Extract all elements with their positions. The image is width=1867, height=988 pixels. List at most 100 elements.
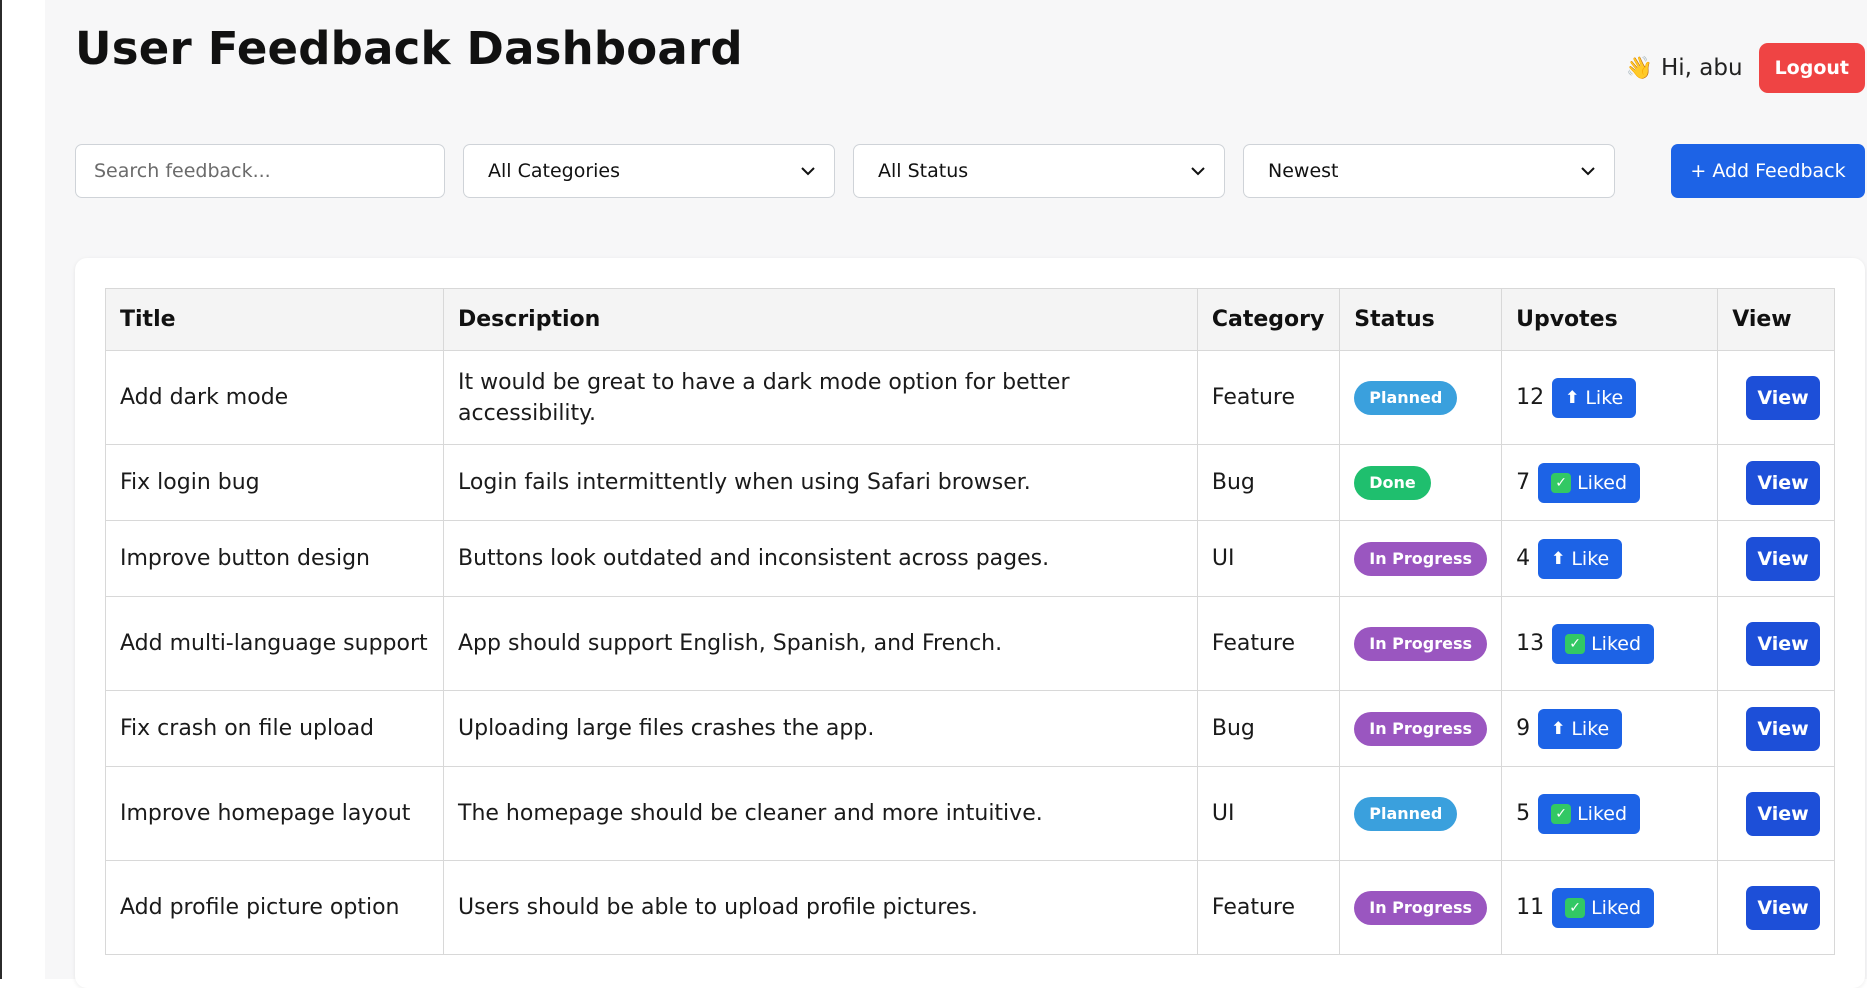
status-cell: Planned [1339, 350, 1503, 445]
status-badge: In Progress [1354, 541, 1488, 576]
upvotes-cell: 4 ⬆ Like [1501, 520, 1719, 597]
column-header-category: Category [1196, 288, 1341, 351]
like-button[interactable]: ⬆ Like [1538, 708, 1623, 749]
upvotes-cell: 9 ⬆ Like [1501, 690, 1719, 767]
feedback-description: It would be great to have a dark mode op… [443, 350, 1198, 445]
user-greeting: 👋 Hi, abu [1626, 55, 1743, 81]
column-header-title: Title [105, 288, 444, 351]
sort-select-value: Newest [1268, 160, 1339, 182]
like-button[interactable]: ⬆ Like [1538, 538, 1623, 579]
like-label: Like [1571, 547, 1610, 570]
feedback-category: UI [1196, 520, 1341, 597]
checkmark-icon: ✓ [1551, 472, 1572, 493]
page-title: User Feedback Dashboard [75, 22, 743, 75]
sort-select[interactable]: Newest [1243, 144, 1615, 198]
like-label: Like [1571, 717, 1610, 740]
upvote-count: 7 [1516, 470, 1531, 495]
checkmark-icon: ✓ [1565, 897, 1586, 918]
view-cell: View [1717, 690, 1835, 767]
status-cell: In Progress [1339, 860, 1503, 955]
feedback-card: Title Description Category Status Upvote… [75, 258, 1865, 988]
liked-button[interactable]: ✓ Liked [1552, 887, 1655, 928]
like-label: Liked [1577, 471, 1628, 494]
feedback-category: Feature [1196, 350, 1341, 445]
view-button[interactable]: View [1746, 791, 1820, 836]
upvotes-cell: 7 ✓ Liked [1501, 444, 1719, 521]
window-left-gutter [2, 0, 45, 979]
feedback-description: App should support English, Spanish, and… [443, 596, 1198, 691]
upvote-count: 9 [1516, 716, 1531, 741]
category-select[interactable]: All Categories [463, 144, 835, 198]
table-header-row: Title Description Category Status Upvote… [105, 288, 1835, 351]
upvote-count: 4 [1516, 546, 1531, 571]
upvote-count: 11 [1516, 895, 1545, 920]
status-cell: Planned [1339, 766, 1503, 861]
column-header-upvotes: Upvotes [1501, 288, 1719, 351]
feedback-title: Fix crash on file upload [105, 690, 444, 767]
status-badge: Planned [1354, 380, 1458, 415]
view-cell: View [1717, 444, 1835, 521]
status-cell: In Progress [1339, 596, 1503, 691]
status-cell: In Progress [1339, 520, 1503, 597]
liked-button[interactable]: ✓ Liked [1552, 623, 1655, 664]
feedback-description: Buttons look outdated and inconsistent a… [443, 520, 1198, 597]
upvote-count: 5 [1516, 801, 1531, 826]
table-row: Improve homepage layout The homepage sho… [105, 766, 1835, 861]
status-select[interactable]: All Status [853, 144, 1225, 198]
page-header: User Feedback Dashboard 👋 Hi, abu Logout [75, 0, 1865, 110]
search-input[interactable] [75, 144, 445, 198]
wave-icon: 👋 [1625, 55, 1653, 81]
upvote-count: 12 [1516, 385, 1545, 410]
table-row: Fix login bug Login fails intermittently… [105, 444, 1835, 521]
checkmark-icon: ✓ [1565, 633, 1586, 654]
feedback-description: The homepage should be cleaner and more … [443, 766, 1198, 861]
feedback-description: Login fails intermittently when using Sa… [443, 444, 1198, 521]
table-row: Add multi-language support App should su… [105, 596, 1835, 691]
column-header-view: View [1717, 288, 1835, 351]
view-button[interactable]: View [1746, 706, 1820, 751]
status-cell: In Progress [1339, 690, 1503, 767]
feedback-title: Improve button design [105, 520, 444, 597]
view-button[interactable]: View [1746, 536, 1820, 581]
table-row: Improve button design Buttons look outda… [105, 520, 1835, 597]
feedback-title: Improve homepage layout [105, 766, 444, 861]
chevron-down-icon [1581, 167, 1595, 176]
view-cell: View [1717, 520, 1835, 597]
like-button[interactable]: ⬆ Like [1552, 377, 1637, 418]
feedback-category: Feature [1196, 860, 1341, 955]
chevron-down-icon [801, 167, 815, 176]
view-button[interactable]: View [1746, 885, 1820, 930]
view-cell: View [1717, 766, 1835, 861]
user-area: 👋 Hi, abu Logout [1626, 43, 1865, 93]
status-badge: Done [1354, 465, 1431, 500]
view-cell: View [1717, 860, 1835, 955]
checkmark-icon: ✓ [1551, 803, 1572, 824]
logout-button[interactable]: Logout [1758, 43, 1865, 93]
view-button[interactable]: View [1746, 460, 1820, 505]
liked-button[interactable]: ✓ Liked [1538, 793, 1641, 834]
status-select-value: All Status [878, 160, 969, 182]
dashboard-page: User Feedback Dashboard 👋 Hi, abu Logout… [45, 0, 1867, 988]
status-badge: In Progress [1354, 890, 1488, 925]
feedback-category: UI [1196, 766, 1341, 861]
arrow-up-icon: ⬆ [1551, 718, 1566, 739]
table-row: Add dark mode It would be great to have … [105, 350, 1835, 445]
status-badge: Planned [1354, 796, 1458, 831]
feedback-category: Feature [1196, 596, 1341, 691]
liked-button[interactable]: ✓ Liked [1538, 462, 1641, 503]
add-feedback-button[interactable]: + Add Feedback [1671, 144, 1865, 198]
status-cell: Done [1339, 444, 1503, 521]
view-cell: View [1717, 596, 1835, 691]
view-cell: View [1717, 350, 1835, 445]
feedback-title: Fix login bug [105, 444, 444, 521]
feedback-description: Uploading large files crashes the app. [443, 690, 1198, 767]
like-label: Liked [1577, 802, 1628, 825]
view-button[interactable]: View [1746, 621, 1820, 666]
category-select-value: All Categories [488, 160, 621, 182]
feedback-category: Bug [1196, 444, 1341, 521]
view-button[interactable]: View [1746, 375, 1820, 420]
arrow-up-icon: ⬆ [1565, 387, 1580, 408]
feedback-title: Add multi-language support [105, 596, 444, 691]
table-row: Add profile picture option Users should … [105, 860, 1835, 955]
feedback-title: Add dark mode [105, 350, 444, 445]
